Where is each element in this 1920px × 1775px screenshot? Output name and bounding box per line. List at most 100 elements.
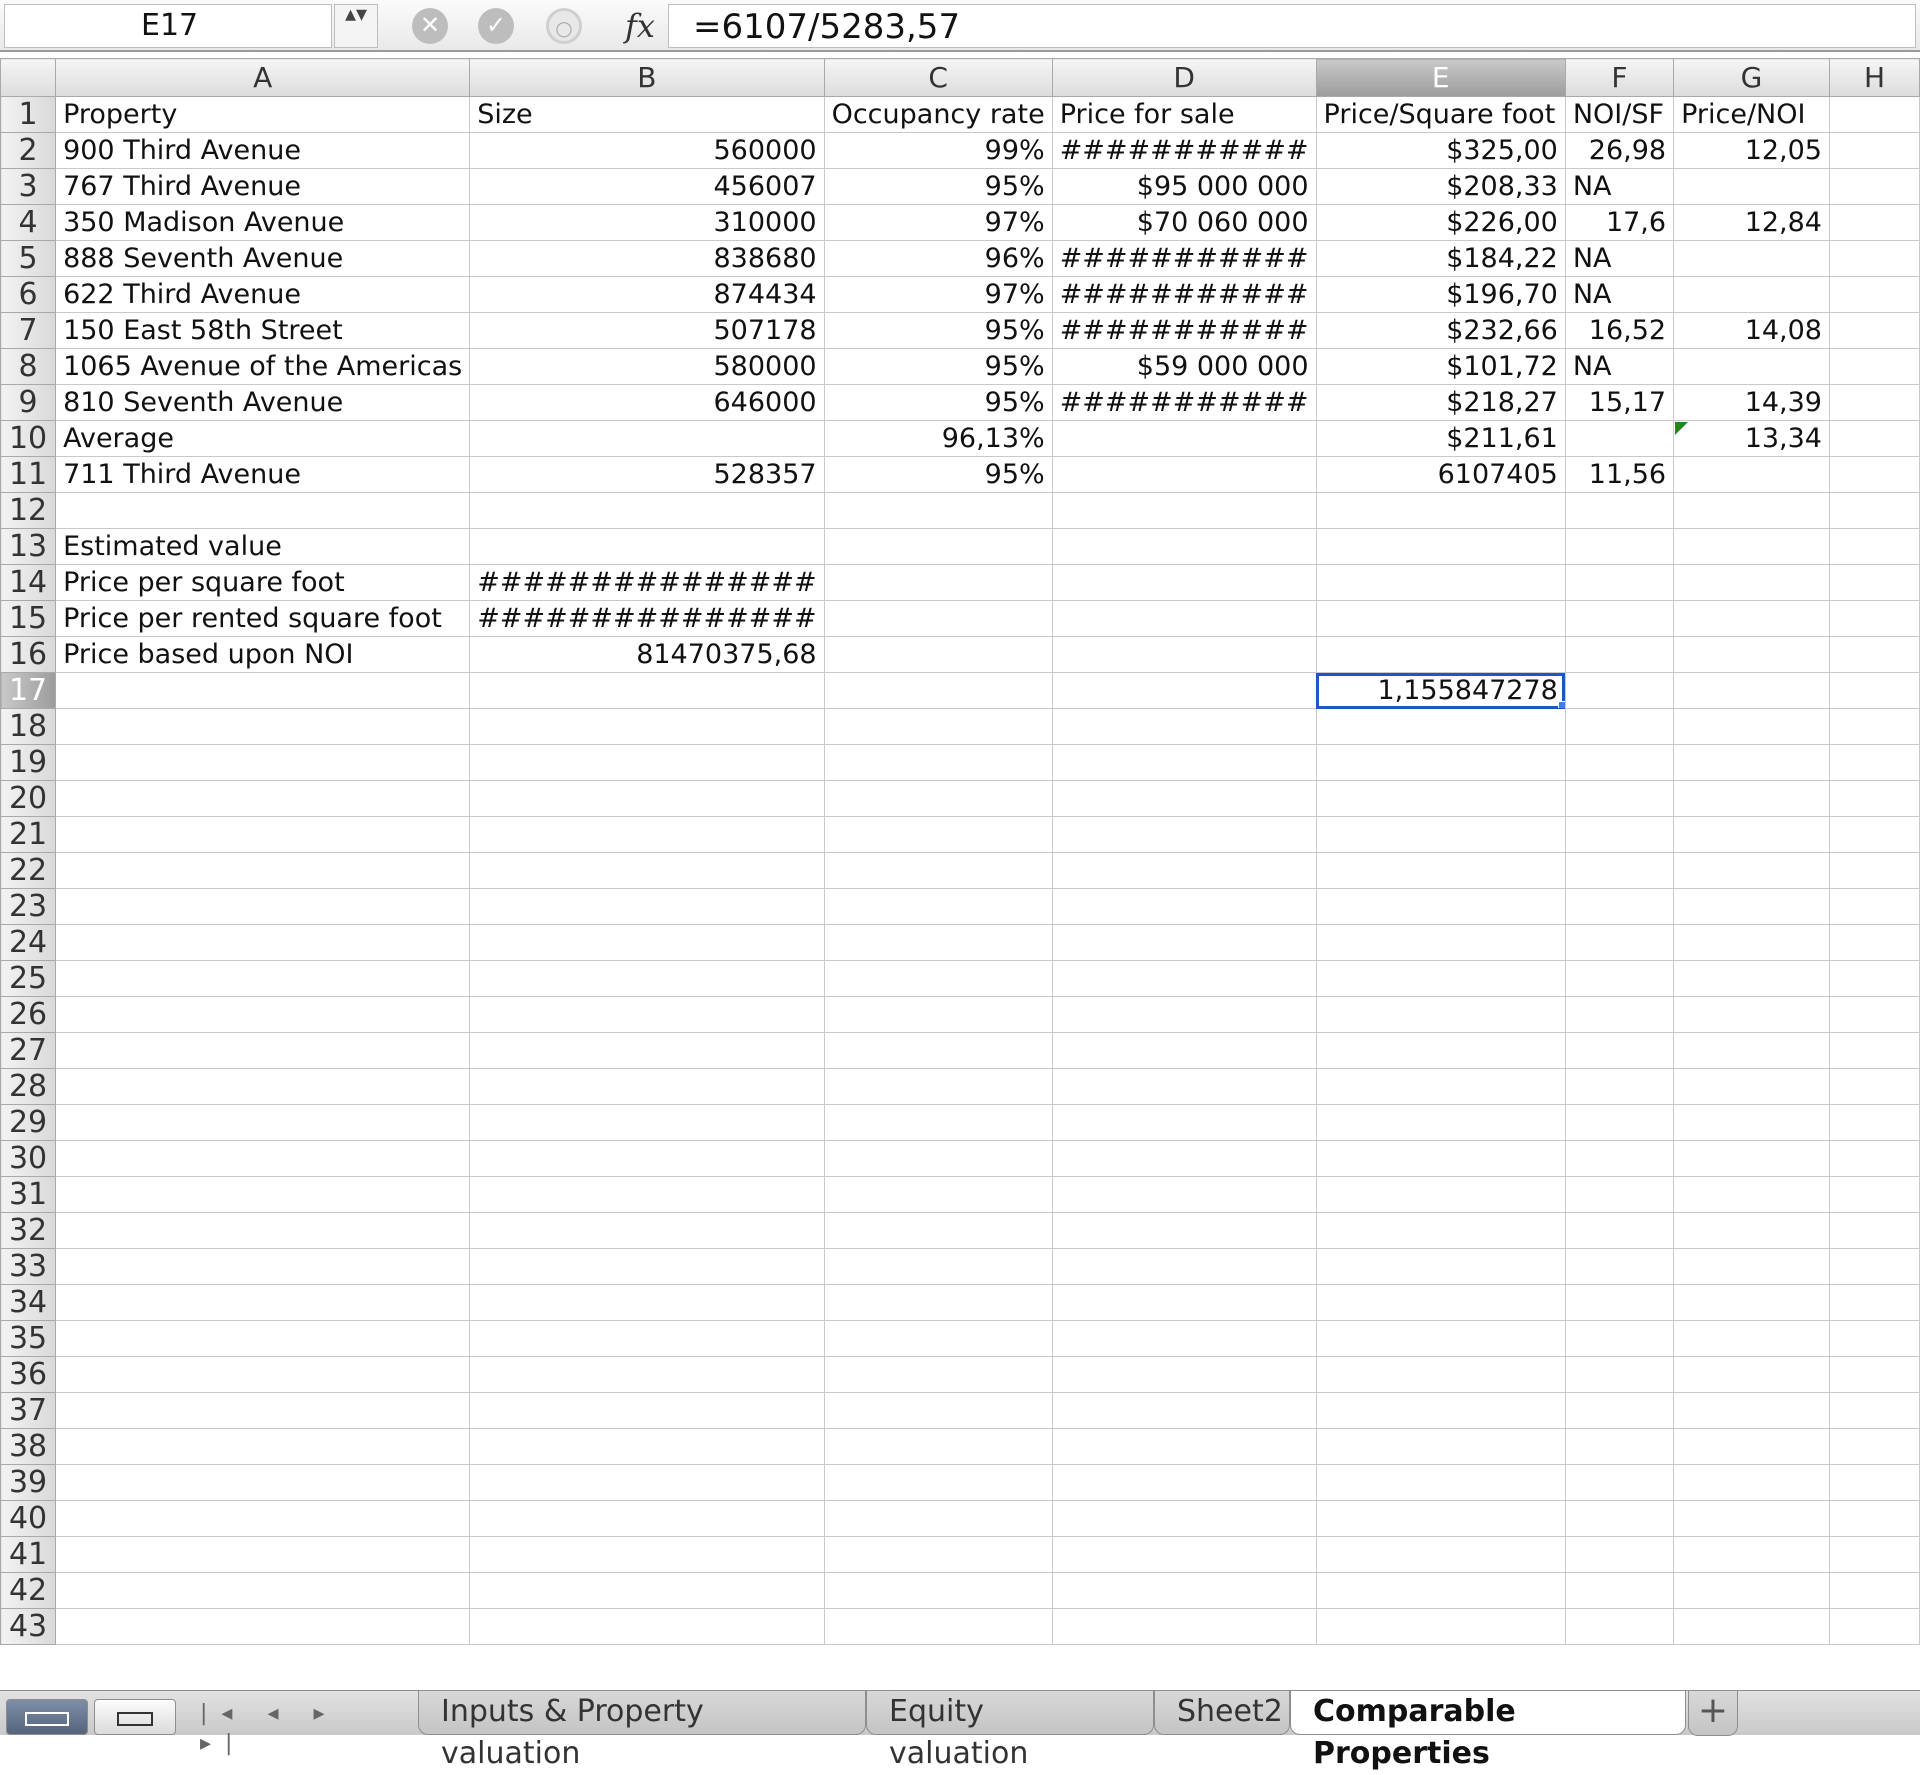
cell-f17[interactable] [1564,672,1675,709]
cell-b39[interactable] [469,1464,825,1501]
cell-g23[interactable] [1673,888,1830,925]
column-header-h[interactable]: H [1828,58,1920,97]
cell-c11[interactable]: 95% [823,456,1053,493]
cell-a17[interactable] [55,672,471,709]
cell-b14[interactable]: ############### [469,564,825,601]
row-header[interactable]: 20 [0,780,57,817]
cell-a11[interactable]: 711 Third Avenue [55,456,471,493]
cell-e36[interactable] [1315,1356,1566,1393]
cell-a29[interactable] [55,1104,471,1141]
cell-e26[interactable] [1315,996,1566,1033]
cell-a19[interactable] [55,744,471,781]
cell-c20[interactable] [823,780,1053,817]
cell-a21[interactable] [55,816,471,853]
cell-b36[interactable] [469,1356,825,1393]
cell-e16[interactable] [1315,636,1566,673]
cell-f2[interactable]: 26,98 [1564,132,1675,169]
cell-f40[interactable] [1564,1500,1675,1537]
cell-b37[interactable] [469,1392,825,1429]
cell-h29[interactable] [1828,1104,1920,1141]
row-header[interactable]: 28 [0,1068,57,1105]
cell-c37[interactable] [823,1392,1053,1429]
cell-e18[interactable] [1315,708,1566,745]
cell-h2[interactable] [1828,132,1920,169]
cell-e27[interactable] [1315,1032,1566,1069]
cell-b25[interactable] [469,960,825,997]
cell-c18[interactable] [823,708,1053,745]
cell-g2[interactable]: 12,05 [1673,132,1830,169]
cell-c39[interactable] [823,1464,1053,1501]
cell-c29[interactable] [823,1104,1053,1141]
cancel-formula-icon[interactable]: ✕ [412,8,448,44]
cell-d5[interactable]: ########### [1051,240,1317,277]
cell-f35[interactable] [1564,1320,1675,1357]
cell-c35[interactable] [823,1320,1053,1357]
cell-e37[interactable] [1315,1392,1566,1429]
row-header[interactable]: 16 [0,636,57,673]
column-header-f[interactable]: F [1564,58,1675,97]
cell-d17[interactable] [1051,672,1317,709]
row-header[interactable]: 9 [0,384,57,421]
cell-h7[interactable] [1828,312,1920,349]
cell-h12[interactable] [1828,492,1920,529]
sheet-tab-comparable-properties[interactable]: Comparable Properties [1290,1691,1686,1771]
row-header[interactable]: 38 [0,1428,57,1465]
cell-e15[interactable] [1315,600,1566,637]
cell-h20[interactable] [1828,780,1920,817]
cell-d13[interactable] [1051,528,1317,565]
cell-d33[interactable] [1051,1248,1317,1285]
cell-e31[interactable] [1315,1176,1566,1213]
column-header-c[interactable]: C [823,58,1053,97]
row-header[interactable]: 12 [0,492,57,529]
cell-b17[interactable] [469,672,825,709]
cell-d9[interactable]: ########### [1051,384,1317,421]
cell-f8[interactable]: NA [1564,348,1675,385]
cell-a39[interactable] [55,1464,471,1501]
row-header[interactable]: 13 [0,528,57,565]
cell-c34[interactable] [823,1284,1053,1321]
cell-d14[interactable] [1051,564,1317,601]
cell-b9[interactable]: 646000 [469,384,825,421]
cell-c30[interactable] [823,1140,1053,1177]
cell-a20[interactable] [55,780,471,817]
cell-h21[interactable] [1828,816,1920,853]
cell-g14[interactable] [1673,564,1830,601]
cell-c27[interactable] [823,1032,1053,1069]
cell-a36[interactable] [55,1356,471,1393]
cell-f39[interactable] [1564,1464,1675,1501]
cell-d6[interactable]: ########### [1051,276,1317,313]
cell-h42[interactable] [1828,1572,1920,1609]
row-header[interactable]: 8 [0,348,57,385]
row-header[interactable]: 29 [0,1104,57,1141]
cell-c2[interactable]: 99% [823,132,1053,169]
cell-g37[interactable] [1673,1392,1830,1429]
cell-e33[interactable] [1315,1248,1566,1285]
cell-f33[interactable] [1564,1248,1675,1285]
cell-h25[interactable] [1828,960,1920,997]
cell-d31[interactable] [1051,1176,1317,1213]
cell-f7[interactable]: 16,52 [1564,312,1675,349]
row-header[interactable]: 19 [0,744,57,781]
cell-c9[interactable]: 95% [823,384,1053,421]
cell-e8[interactable]: $101,72 [1315,348,1566,385]
cell-e25[interactable] [1315,960,1566,997]
row-header[interactable]: 17 [0,672,57,709]
cell-b2[interactable]: 560000 [469,132,825,169]
row-header[interactable]: 26 [0,996,57,1033]
cell-f15[interactable] [1564,600,1675,637]
cell-a31[interactable] [55,1176,471,1213]
cell-h36[interactable] [1828,1356,1920,1393]
cell-h3[interactable] [1828,168,1920,205]
cell-b4[interactable]: 310000 [469,204,825,241]
cell-d2[interactable]: ########### [1051,132,1317,169]
cell-b30[interactable] [469,1140,825,1177]
name-box[interactable]: E17 [4,4,332,48]
cell-g39[interactable] [1673,1464,1830,1501]
cell-a14[interactable]: Price per square foot [55,564,471,601]
cell-f5[interactable]: NA [1564,240,1675,277]
cell-b12[interactable] [469,492,825,529]
cell-c26[interactable] [823,996,1053,1033]
cell-d29[interactable] [1051,1104,1317,1141]
cell-e28[interactable] [1315,1068,1566,1105]
column-header-e[interactable]: E [1315,58,1566,97]
